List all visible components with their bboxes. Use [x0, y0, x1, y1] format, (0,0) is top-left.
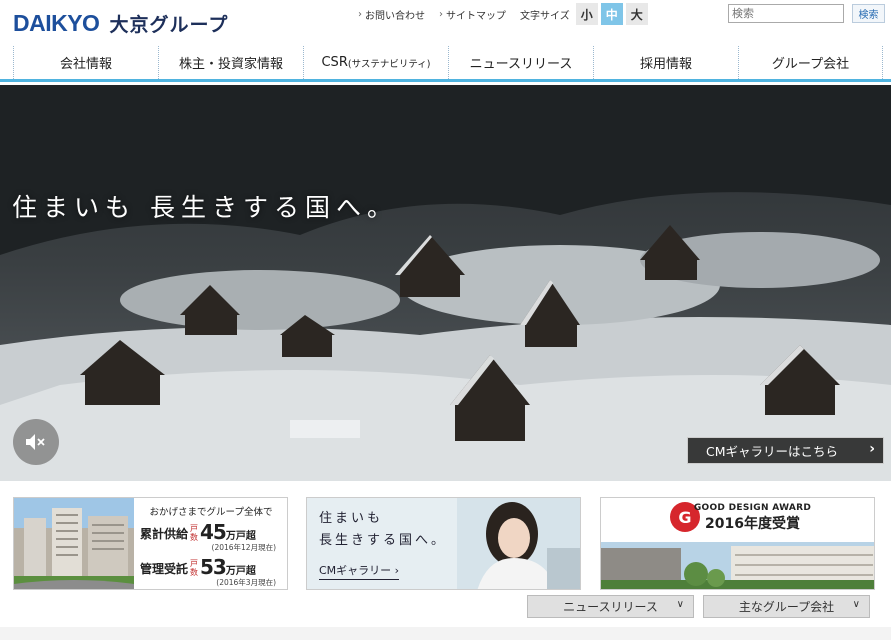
font-size-medium-button[interactable]: 中 — [600, 3, 623, 25]
gda-heading: GOOD DESIGN AWARD 2016年度受賞 — [601, 503, 874, 533]
nav-label: CSR — [321, 55, 348, 70]
supply-record-text: おかげさまでグループ全体で 累計供給 戸数 45 万戸超 (2016年12月現在… — [136, 504, 286, 588]
cm-banner-link[interactable]: CMギャラリー › — [319, 562, 400, 580]
group-company-select[interactable]: 主なグループ会社 ∨ — [703, 595, 870, 618]
nav-label: ニュースリリース — [469, 57, 573, 72]
search-button[interactable]: 検索 — [852, 4, 885, 23]
nav-label: グループ会社 — [771, 57, 850, 72]
nav-item-company[interactable]: 会社情報 — [13, 46, 158, 79]
hero-video: 住まいも 長生きする国へ。 CMギャラリーはこちら › — [0, 85, 891, 481]
cm-banner-line2: 長生きする国へ。 — [319, 533, 448, 548]
nav-label: 株主・投資家情報 — [178, 57, 283, 72]
gda-award-name: GOOD DESIGN AWARD — [693, 503, 812, 513]
condominium-photo — [14, 498, 134, 589]
supply-row-total: 累計供給 戸数 45 万戸超 — [136, 522, 286, 542]
supply-managed-label: 管理受託 — [140, 562, 189, 576]
cm-gallery-button[interactable]: CMギャラリーはこちら › — [687, 437, 884, 464]
cm-banner-copy: 住まいも 長生きする国へ。 — [319, 508, 447, 552]
cm-banner-line1: 住まいも — [319, 511, 384, 526]
nav-label: 採用情報 — [639, 57, 692, 72]
supply-total-label: 累計供給 — [140, 527, 189, 541]
contact-link[interactable]: › お問い合わせ — [358, 7, 425, 22]
supply-row-managed: 管理受託 戸数 53 万戸超 — [136, 557, 286, 577]
mute-button[interactable] — [13, 419, 59, 465]
contact-label: お問い合わせ — [365, 10, 425, 22]
nav-sublabel: (サステナビリティ) — [347, 58, 431, 70]
group-company-select-label: 主なグループ会社 — [738, 600, 835, 614]
site-logo[interactable]: DAIKYO 大京グループ — [13, 10, 228, 37]
supply-total-unit: 戸数 — [190, 524, 199, 542]
sitemap-link[interactable]: › サイトマップ — [439, 7, 506, 22]
speaker-mute-icon — [26, 434, 45, 450]
cm-gallery-banner[interactable]: 住まいも 長生きする国へ。 CMギャラリー › — [306, 497, 581, 590]
site-search: 検索 — [728, 4, 885, 23]
supply-total-suffix: 万戸超 — [225, 531, 256, 542]
supply-managed-suffix: 万戸超 — [225, 566, 256, 577]
nav-item-ir[interactable]: 株主・投資家情報 — [158, 46, 303, 79]
cm-gallery-label: CMギャラリーはこちら — [706, 444, 839, 459]
global-nav: 会社情報 株主・投資家情報 CSR (サステナビリティ) ニュースリリース 採用情… — [0, 46, 891, 82]
supply-caption: おかげさまでグループ全体で — [149, 507, 273, 518]
font-size-large-button[interactable]: 大 — [625, 3, 648, 25]
news-release-select[interactable]: ニュースリリース ∨ — [527, 595, 694, 618]
sitemap-label: サイトマップ — [446, 10, 506, 22]
hero-copy: 住まいも 長生きする国へ。 — [12, 193, 398, 222]
search-input[interactable] — [728, 4, 844, 23]
nav-item-news[interactable]: ニュースリリース — [448, 46, 593, 79]
logo-wordmark: DAIKYO — [13, 10, 100, 36]
utility-bar: › お問い合わせ › サイトマップ 文字サイズ 小 中 大 — [358, 3, 651, 25]
site-header: DAIKYO 大京グループ › お問い合わせ › サイトマップ 文字サイズ 小 … — [0, 0, 891, 50]
font-size-small-button[interactable]: 小 — [575, 3, 598, 25]
supply-managed-value: 53 — [200, 555, 227, 579]
footer-strip — [0, 627, 891, 640]
gda-award-year: 2016年度受賞 — [705, 516, 800, 532]
nav-item-csr[interactable]: CSR (サステナビリティ) — [303, 46, 448, 79]
logo-japanese: 大京グループ — [109, 14, 229, 36]
chevron-down-icon: ∨ — [852, 599, 860, 610]
award-building-photo — [601, 542, 874, 589]
nav-item-group[interactable]: グループ会社 — [738, 46, 883, 79]
chevron-right-icon: › — [439, 8, 443, 20]
nav-label: 会社情報 — [59, 57, 112, 72]
good-design-award-banner[interactable]: G GOOD DESIGN AWARD 2016年度受賞 — [600, 497, 875, 590]
supply-record-banner[interactable]: おかげさまでグループ全体で 累計供給 戸数 45 万戸超 (2016年12月現在… — [13, 497, 288, 590]
hero-image — [0, 85, 891, 481]
chevron-right-icon: › — [869, 441, 875, 457]
news-release-select-label: ニュースリリース — [563, 600, 658, 614]
font-size-label: 文字サイズ — [520, 10, 570, 22]
chevron-right-icon: › — [358, 8, 362, 20]
nav-item-recruit[interactable]: 採用情報 — [593, 46, 738, 79]
supply-managed-unit: 戸数 — [190, 559, 199, 577]
chevron-down-icon: ∨ — [676, 599, 684, 610]
supply-total-value: 45 — [200, 520, 227, 544]
